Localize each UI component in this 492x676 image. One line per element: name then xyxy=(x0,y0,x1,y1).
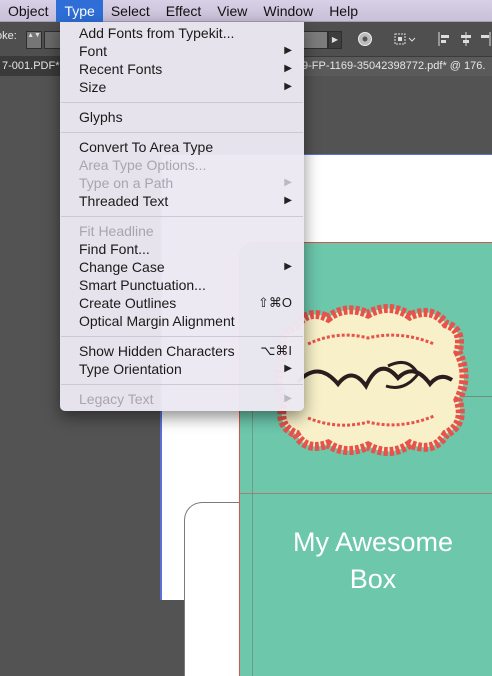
submenu-arrow-icon: ▶ xyxy=(284,177,292,188)
menu-item-label: Area Type Options... xyxy=(79,157,207,173)
menu-effect[interactable]: Effect xyxy=(158,0,210,22)
submenu-arrow-icon: ▶ xyxy=(284,81,292,92)
submenu-arrow-icon: ▶ xyxy=(284,393,292,404)
menu-separator xyxy=(60,330,304,342)
menu-item-label: Font xyxy=(79,43,108,59)
align-center-icon[interactable] xyxy=(458,31,474,49)
menu-item-label: Find Font... xyxy=(79,241,150,257)
menu-help[interactable]: Help xyxy=(321,0,366,22)
menu-item-type-on-a-path: Type on a Path ▶ xyxy=(60,174,304,192)
menu-window[interactable]: Window xyxy=(255,0,321,22)
fold-line-lower xyxy=(240,493,492,494)
menu-item-font[interactable]: Font ▶ xyxy=(60,42,304,60)
align-left-icon[interactable] xyxy=(436,31,452,49)
menu-item-convert-to-area-type[interactable]: Convert To Area Type xyxy=(60,138,304,156)
align-right-icon[interactable] xyxy=(480,31,492,49)
submenu-arrow-icon: ▶ xyxy=(284,45,292,56)
fold-line-vertical xyxy=(252,396,253,676)
menu-item-type-orientation[interactable]: Type Orientation ▶ xyxy=(60,360,304,378)
menu-item-create-outlines[interactable]: Create Outlines ⇧⌘O xyxy=(60,294,304,312)
menu-item-label: Show Hidden Characters xyxy=(79,343,235,359)
submenu-arrow-icon: ▶ xyxy=(284,63,292,74)
align-select-icon[interactable] xyxy=(392,31,420,49)
menu-separator xyxy=(60,126,304,138)
box-title-text[interactable]: My Awesome Box xyxy=(258,524,488,598)
menu-item-size[interactable]: Size ▶ xyxy=(60,78,304,96)
menu-item-label: Create Outlines xyxy=(79,295,177,311)
menu-item-find-font[interactable]: Find Font... xyxy=(60,240,304,258)
menu-item-change-case[interactable]: Change Case ▶ xyxy=(60,258,304,276)
menu-item-smart-punctuation[interactable]: Smart Punctuation... xyxy=(60,276,304,294)
menu-item-label: Type Orientation xyxy=(79,361,182,377)
menu-item-label: Glyphs xyxy=(79,109,123,125)
submenu-arrow-icon: ▶ xyxy=(284,261,292,272)
menu-item-optical-margin-alignment[interactable]: Optical Margin Alignment xyxy=(60,312,304,330)
menu-item-add-fonts-from-typekit[interactable]: Add Fonts from Typekit... xyxy=(60,24,304,42)
menu-view[interactable]: View xyxy=(209,0,255,22)
submenu-arrow-icon: ▶ xyxy=(284,363,292,374)
box-title-line-1: My Awesome xyxy=(292,527,454,557)
menu-separator xyxy=(60,210,304,222)
menu-item-show-hidden-characters[interactable]: Show Hidden Characters ⌥⌘I xyxy=(60,342,304,360)
menu-item-label: Fit Headline xyxy=(79,223,154,239)
menu-item-recent-fonts[interactable]: Recent Fonts ▶ xyxy=(60,60,304,78)
menu-bar: Object Type Select Effect View Window He… xyxy=(0,0,492,22)
opacity-dropdown-button[interactable]: ▶ xyxy=(328,31,342,49)
menu-item-label: Change Case xyxy=(79,259,165,275)
box-title-line-2: Box xyxy=(349,564,397,594)
menu-item-label: Add Fonts from Typekit... xyxy=(79,25,235,41)
recolor-icon[interactable] xyxy=(356,31,374,49)
opacity-field[interactable] xyxy=(300,31,328,49)
box-tuck-flap[interactable] xyxy=(184,502,240,676)
stroke-label: oke: xyxy=(0,30,17,42)
menu-object[interactable]: Object xyxy=(0,0,56,22)
menu-item-label: Recent Fonts xyxy=(79,61,163,77)
menu-item-glyphs[interactable]: Glyphs xyxy=(60,108,304,126)
type-menu-dropdown: Add Fonts from Typekit... Font ▶ Recent … xyxy=(60,22,304,411)
menu-item-label: Legacy Text xyxy=(79,391,154,407)
menu-item-fit-headline: Fit Headline xyxy=(60,222,304,240)
menu-item-label: Smart Punctuation... xyxy=(79,277,206,293)
tab-document-1[interactable]: 7-001.PDF* xyxy=(0,57,60,76)
menu-item-label: Optical Margin Alignment xyxy=(79,313,235,329)
menu-item-label: Type on a Path xyxy=(79,175,174,191)
menu-item-label: Size xyxy=(79,79,107,95)
submenu-arrow-icon: ▶ xyxy=(284,195,292,206)
menu-type[interactable]: Type xyxy=(56,0,103,22)
menu-item-area-type-options: Area Type Options... xyxy=(60,156,304,174)
menu-select[interactable]: Select xyxy=(103,0,158,22)
menu-item-label: Threaded Text xyxy=(79,193,169,209)
menu-item-shortcut: ⌥⌘I xyxy=(260,343,292,358)
menu-item-threaded-text[interactable]: Threaded Text ▶ xyxy=(60,192,304,210)
stroke-stepper[interactable]: ▲▼ xyxy=(26,31,42,49)
menu-separator xyxy=(60,96,304,108)
menu-item-label: Convert To Area Type xyxy=(79,139,214,155)
menu-item-shortcut: ⇧⌘O xyxy=(257,295,292,310)
tab-document-2[interactable]: 9-FP-1169-35042398772.pdf* @ 176. xyxy=(300,57,492,76)
menu-item-legacy-text: Legacy Text ▶ xyxy=(60,390,304,408)
menu-separator xyxy=(60,378,304,390)
